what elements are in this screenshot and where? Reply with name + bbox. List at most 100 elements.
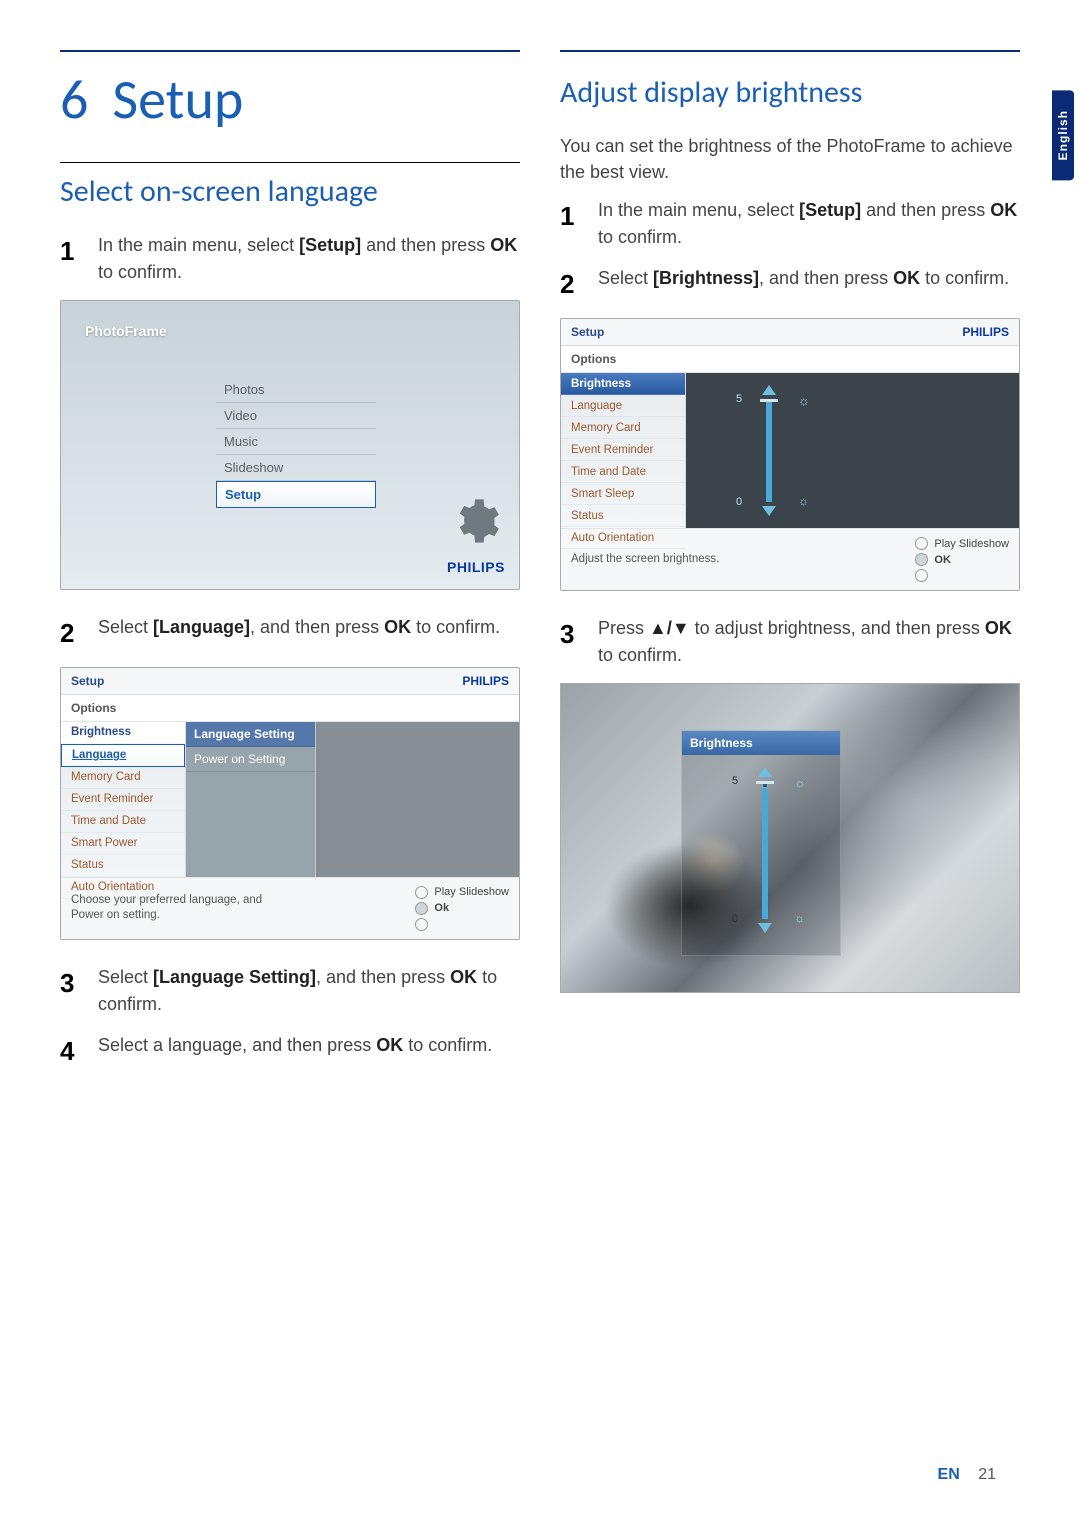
language-side-tab: English <box>1052 90 1074 180</box>
sidebar-item[interactable]: Memory Card <box>61 767 185 789</box>
sun-small-icon: ☼ <box>794 911 805 925</box>
sidebar-item[interactable]: Status <box>561 505 685 527</box>
page-footer: EN 21 <box>938 1466 996 1484</box>
menu-item[interactable]: Photos <box>216 377 376 403</box>
step-number: 3 <box>560 615 598 654</box>
sun-small-icon: ☼ <box>798 494 809 508</box>
sidebar-item[interactable]: Language <box>561 395 685 417</box>
down-dot-icon <box>915 569 928 582</box>
slider-min-label: 0 <box>736 496 742 508</box>
step-number: 2 <box>60 614 98 653</box>
footer-hint: Adjust the screen brightness. <box>571 552 719 567</box>
slider-knob[interactable] <box>760 399 778 402</box>
step-text: In the main menu, select [Setup] and the… <box>598 197 1020 251</box>
setup-header: Setup <box>571 325 604 339</box>
sidebar-item[interactable]: Memory Card <box>561 417 685 439</box>
intro-text: You can set the brightness of the PhotoF… <box>560 133 1020 185</box>
chapter-number: 6 <box>60 66 88 134</box>
top-rule-right <box>560 50 1020 52</box>
down-dot-icon <box>415 918 428 931</box>
slider-fill <box>762 789 768 919</box>
step-number: 4 <box>60 1032 98 1071</box>
options-sidebar: Brightness Language Memory Card Event Re… <box>61 722 186 877</box>
step-text: Select a language, and then press OK to … <box>98 1032 520 1059</box>
brightness-slider[interactable]: 5 0 ☼ ☼ <box>720 383 812 518</box>
slider-min-label: 0 <box>732 913 738 925</box>
arrow-up-icon <box>762 385 776 395</box>
brightness-pane: 5 0 ☼ ☼ <box>686 373 1019 528</box>
submenu: Language Setting Power on Setting <box>186 722 316 877</box>
section-title-left: Select on-screen language <box>60 162 520 210</box>
step-number: 2 <box>560 265 598 304</box>
ok-dot-icon <box>915 553 928 566</box>
content-pane <box>316 722 519 877</box>
gear-icon <box>449 495 501 547</box>
screenshot-brightness-overlay: Brightness 5 0 ☼ ☼ <box>560 683 1020 993</box>
sidebar-item[interactable]: Brightness <box>61 722 185 744</box>
slider-max-label: 5 <box>736 393 742 405</box>
footer-hint: Choose your preferred language, and Powe… <box>71 893 271 923</box>
arrow-up-icon <box>758 767 772 777</box>
arrow-down-icon <box>758 923 772 933</box>
sidebar-item[interactable]: Event Reminder <box>561 439 685 461</box>
step-text: Press ▲/▼ to adjust brightness, and then… <box>598 615 1020 669</box>
step-text: Select [Language Setting], and then pres… <box>98 964 520 1018</box>
slider-fill <box>766 402 772 502</box>
options-bar: Options <box>61 695 519 722</box>
submenu-item[interactable]: Power on Setting <box>186 747 315 772</box>
menu-item[interactable]: Music <box>216 429 376 455</box>
left-column: 6Setup Select on-screen language 1 In th… <box>60 50 520 1085</box>
menu-item[interactable]: Slideshow <box>216 455 376 481</box>
step-number: 1 <box>560 197 598 236</box>
step-item: 4 Select a language, and then press OK t… <box>60 1032 520 1071</box>
arrow-down-icon <box>762 506 776 516</box>
step-text: In the main menu, select [Setup] and the… <box>98 232 520 286</box>
section-title-right: Adjust display brightness <box>560 70 1020 111</box>
up-dot-icon <box>915 537 928 550</box>
footer-controls: Play Slideshow OK <box>915 537 1009 582</box>
sidebar-item[interactable]: Status <box>61 855 185 877</box>
slider-knob[interactable] <box>756 781 774 784</box>
step-item: 1 In the main menu, select [Setup] and t… <box>60 232 520 286</box>
overlay-title: Brightness <box>682 731 840 755</box>
step-item: 2 Select [Language], and then press OK t… <box>60 614 520 653</box>
sidebar-item[interactable]: Time and Date <box>61 811 185 833</box>
step-item: 3 Select [Language Setting], and then pr… <box>60 964 520 1018</box>
sidebar-item[interactable]: Smart Sleep <box>561 483 685 505</box>
screenshot-setup-language: Setup PHILIPS Options Brightness Languag… <box>60 667 520 940</box>
brightness-overlay: Brightness 5 0 ☼ ☼ <box>681 730 841 956</box>
photoframe-title: PhotoFrame <box>85 323 167 339</box>
footer-controls: Play Slideshow Ok <box>415 886 509 931</box>
step-item: 2 Select [Brightness], and then press OK… <box>560 265 1020 304</box>
step-item: 1 In the main menu, select [Setup] and t… <box>560 197 1020 251</box>
sun-large-icon: ☼ <box>798 393 810 408</box>
brand-logo: PHILIPS <box>962 325 1009 339</box>
sun-large-icon: ☼ <box>794 775 806 790</box>
up-dot-icon <box>415 886 428 899</box>
sidebar-item[interactable]: Smart Power <box>61 833 185 855</box>
top-rule-left <box>60 50 520 52</box>
brightness-slider[interactable]: 5 0 ☼ ☼ <box>716 765 808 935</box>
ok-dot-icon <box>415 902 428 915</box>
sidebar-item[interactable]: Time and Date <box>561 461 685 483</box>
brand-logo: PHILIPS <box>462 674 509 688</box>
step-text: Select [Language], and then press OK to … <box>98 614 520 641</box>
menu-item-selected[interactable]: Setup <box>216 481 376 508</box>
options-sidebar: Brightness Language Memory Card Event Re… <box>561 373 686 528</box>
slider-max-label: 5 <box>732 775 738 787</box>
sidebar-item-selected[interactable]: Brightness <box>561 373 685 395</box>
footer-page-number: 21 <box>978 1466 996 1483</box>
sidebar-item[interactable]: Event Reminder <box>61 789 185 811</box>
screenshot-setup-brightness: Setup PHILIPS Options Brightness Languag… <box>560 318 1020 591</box>
step-item: 3 Press ▲/▼ to adjust brightness, and th… <box>560 615 1020 669</box>
sidebar-item-selected[interactable]: Language <box>61 744 185 767</box>
footer-lang: EN <box>938 1466 960 1483</box>
right-column: Adjust display brightness You can set th… <box>560 50 1020 1085</box>
menu-item[interactable]: Video <box>216 403 376 429</box>
chapter-title: Setup <box>112 66 243 134</box>
setup-header: Setup <box>71 674 104 688</box>
step-number: 1 <box>60 232 98 271</box>
chapter-heading: 6Setup <box>60 70 520 132</box>
submenu-item-selected[interactable]: Language Setting <box>186 722 315 747</box>
sidebar-item[interactable]: Auto Orientation <box>561 527 685 549</box>
